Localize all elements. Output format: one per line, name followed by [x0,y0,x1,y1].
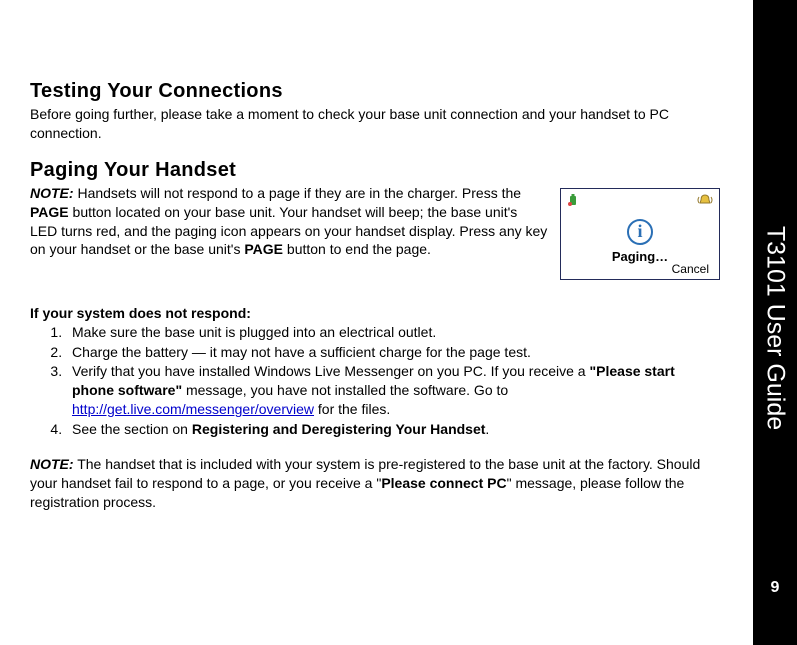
section-testing: Testing Your Connections Before going fu… [30,80,720,143]
body-testing: Before going further, please take a mome… [30,105,720,143]
t: See the section on [72,421,192,437]
trouble-heading: If your system does not respond: [30,304,720,323]
page-number: 9 [753,579,797,597]
section-note2: NOTE: The handset that is included with … [30,455,720,512]
sidebar: T3101 User Guide 9 [753,0,797,645]
t: . [485,421,489,437]
bell-icon [697,193,713,207]
heading-paging: Paging Your Handset [30,159,720,182]
list-item: Verify that you have installed Windows L… [66,362,720,419]
t: Verify that you have installed Windows L… [72,363,590,379]
note-label: NOTE: [30,456,74,472]
note2-body: NOTE: The handset that is included with … [30,455,720,512]
section-trouble: If your system does not respond: Make su… [30,304,720,439]
heading-testing: Testing Your Connections [30,80,720,103]
t: Handsets will not respond to a page if t… [74,185,521,201]
t: message, you have not installed the soft… [182,382,508,398]
list-item: Make sure the base unit is plugged into … [66,323,720,342]
section-paging: Paging Your Handset i Paging… Cancel NOT… [30,159,720,288]
handset-screen: i Paging… Cancel [560,188,720,280]
trouble-list: Make sure the base unit is plugged into … [30,323,720,439]
t: PAGE [30,204,69,220]
t: Registering and Deregistering Your Hands… [192,421,486,437]
charge-icon [567,193,579,207]
t: Please connect PC [381,475,506,491]
info-icon: i [627,219,653,245]
t: for the files. [314,401,390,417]
cancel-label: Cancel [672,262,709,276]
list-item: See the section on Registering and Dereg… [66,420,720,439]
t: PAGE [244,241,283,257]
note-label: NOTE: [30,185,74,201]
page-content: Testing Your Connections Before going fu… [30,80,720,528]
t: button to end the page. [283,241,431,257]
guide-title: T3101 User Guide [761,226,790,430]
messenger-link[interactable]: http://get.live.com/messenger/overview [72,401,314,417]
list-item: Charge the battery — it may not have a s… [66,343,720,362]
